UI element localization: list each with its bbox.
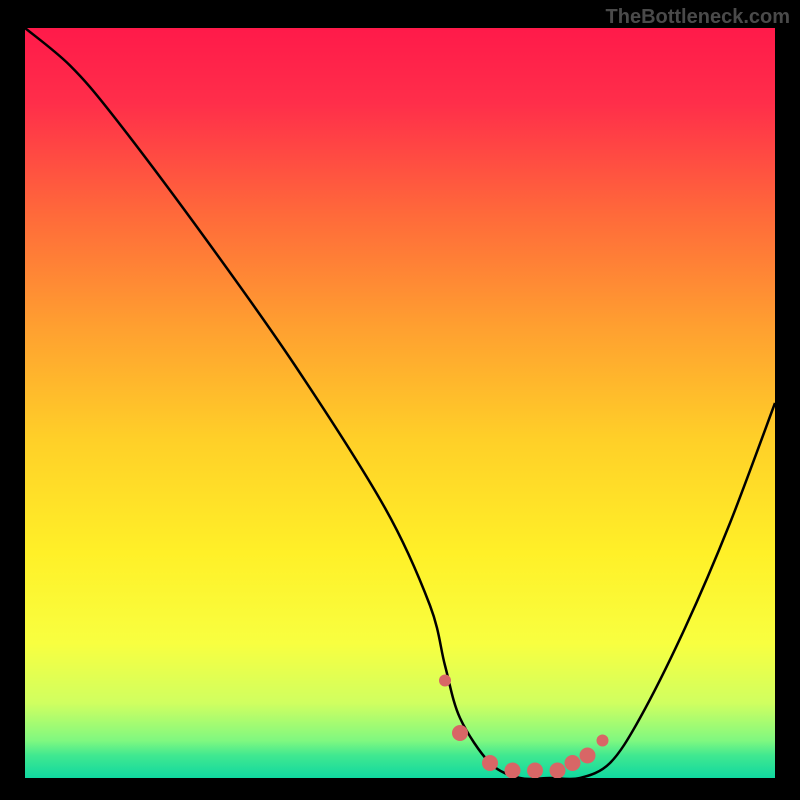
- chart-area: [25, 28, 775, 778]
- chart-plot: [25, 28, 775, 778]
- watermark-text: TheBottleneck.com: [606, 6, 790, 29]
- chart-container: TheBottleneck.com: [0, 0, 800, 800]
- curve-line: [25, 28, 775, 778]
